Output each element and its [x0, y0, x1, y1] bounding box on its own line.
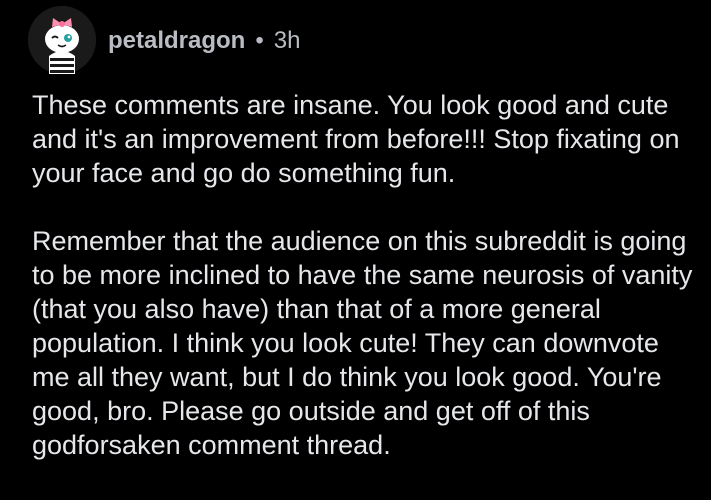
comment-paragraph-1: These comments are insane. You look good… — [32, 90, 680, 188]
username-link[interactable]: petaldragon — [108, 27, 245, 55]
comment-body: These comments are insane. You look good… — [32, 88, 697, 462]
comment-meta: petaldragon • 3h — [108, 24, 300, 58]
comment-paragraph-2: Remember that the audience on this subre… — [32, 226, 693, 460]
meta-separator: • — [255, 27, 264, 54]
comment: petaldragon • 3h These comments are insa… — [0, 0, 711, 500]
snoo-avatar-icon[interactable] — [28, 6, 96, 74]
snoo-avatar-with-pink-bow-icon — [28, 6, 96, 74]
timestamp: 3h — [273, 27, 301, 54]
